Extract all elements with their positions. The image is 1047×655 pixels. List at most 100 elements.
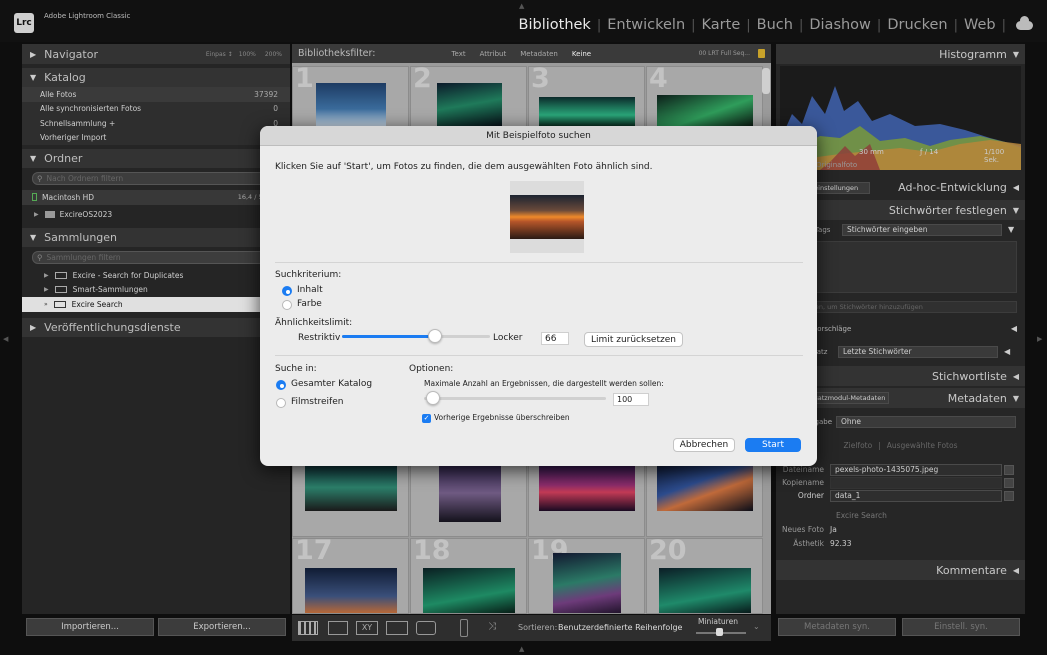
grid-cell[interactable]: 19 — [528, 538, 645, 614]
search-catalog-radio[interactable] — [276, 380, 286, 390]
max-results-field[interactable]: 100 — [613, 393, 649, 406]
grid-cell[interactable]: 18 — [410, 538, 527, 614]
folder-row[interactable]: ▶ ExcireOS2023 3 — [22, 208, 290, 223]
folders-header[interactable]: ▼ Ordner — [22, 149, 290, 168]
grid-view-icon[interactable] — [298, 621, 318, 635]
filter-attribute[interactable]: Attribut — [480, 50, 507, 58]
find-similar-dialog: Mit Beispielfoto suchen Klicken Sie auf … — [260, 126, 817, 466]
lock-icon[interactable] — [758, 49, 765, 58]
expand-icon[interactable]: ◀ — [1004, 347, 1010, 356]
expand-icon: » — [44, 300, 48, 308]
grid-cell[interactable]: 17 — [292, 538, 409, 614]
catalog-item[interactable]: Schnellsammlung +0 — [22, 116, 290, 131]
collapse-icon: ▼ — [1012, 49, 1019, 59]
quick-develop-title[interactable]: Ad-hoc-Entwicklung — [898, 181, 1007, 194]
module-web[interactable]: Web — [964, 17, 996, 33]
module-book[interactable]: Buch — [757, 17, 793, 33]
search-filmstrip-radio[interactable] — [276, 398, 286, 408]
criterion-content-radio[interactable] — [282, 286, 292, 296]
survey-view-icon[interactable] — [386, 621, 408, 635]
publish-header[interactable]: ▶ Veröffentlichungsdienste — [22, 317, 290, 337]
filter-metadata[interactable]: Metadaten — [520, 50, 558, 58]
overwrite-label: Vorherige Ergebnisse überschreiben — [434, 413, 570, 422]
module-develop[interactable]: Entwickeln — [607, 17, 685, 33]
field-action-icon[interactable] — [1004, 490, 1014, 501]
people-view-icon[interactable] — [416, 621, 436, 635]
catalog-item-label: Alle synchronisierten Fotos — [40, 104, 142, 114]
collection-search-input[interactable]: ⚲ Sammlungen filtern — [32, 251, 282, 264]
collapse-icon[interactable]: ▼ — [1008, 225, 1014, 234]
filter-text[interactable]: Text — [451, 50, 465, 58]
catalog-item[interactable]: Alle synchronisierten Fotos 0 — [22, 102, 290, 117]
comments-header[interactable]: Kommentare ◀ — [776, 560, 1025, 580]
filter-none[interactable]: Keine — [572, 50, 591, 58]
collection-item-selected[interactable]: » Excire Search 3 — [22, 297, 290, 312]
catalog-header[interactable]: ▼ Katalog — [22, 68, 290, 87]
zoom-200[interactable]: 200% — [265, 51, 282, 58]
similarity-slider-knob[interactable] — [428, 329, 442, 343]
metadata-preset-select[interactable]: Ohne — [836, 415, 1016, 428]
field-label: Neues Foto — [781, 525, 824, 534]
folder-field[interactable]: data_1 — [830, 489, 1002, 502]
collection-item[interactable]: ▶ Excire - Search for Duplicates — [22, 268, 290, 283]
module-print[interactable]: Drucken — [887, 17, 947, 33]
navigator-header[interactable]: ▶ Navigator Einpas ↕ 100% 200% — [22, 44, 290, 64]
grid-cell[interactable]: 20 — [646, 538, 763, 614]
sort-select[interactable]: Benutzerdefinierte Reihenfolge — [558, 623, 682, 632]
import-button[interactable]: Importieren... — [26, 618, 154, 636]
cloud-icon[interactable] — [1016, 15, 1033, 30]
zoom-fit[interactable]: Einpas ↕ — [206, 51, 233, 58]
collapse-left-icon[interactable]: ◀ — [3, 335, 8, 343]
similarity-value-field[interactable]: 66 — [541, 332, 569, 345]
spray-can-icon[interactable] — [460, 619, 468, 637]
collapse-right-icon[interactable]: ▶ — [1037, 335, 1042, 343]
collection-item[interactable]: ▶ Smart-Sammlungen — [22, 283, 290, 298]
collections-header[interactable]: ▼ Sammlungen — [22, 228, 290, 247]
photo-thumbnail — [553, 553, 621, 613]
tab-target-photo[interactable]: Zielfoto — [844, 441, 873, 450]
histogram-header[interactable]: Histogramm ▼ — [776, 44, 1025, 64]
filter-preset[interactable]: 00 LRT Full Seq... — [699, 50, 750, 57]
export-button[interactable]: Exportieren... — [158, 618, 286, 636]
zoom-100[interactable]: 100% — [239, 51, 256, 58]
collapse-bottom-icon[interactable]: ▲ — [519, 645, 524, 653]
collapse-top-icon[interactable]: ▲ — [519, 2, 524, 10]
toolbar-menu-icon[interactable]: ⌄ — [753, 622, 760, 631]
keyword-set-select[interactable]: Letzte Stichwörter — [838, 345, 998, 358]
catalog-item[interactable]: Alle Fotos 37392 — [22, 87, 290, 102]
max-results-slider-knob[interactable] — [426, 391, 440, 405]
field-action-icon[interactable] — [1004, 464, 1014, 475]
collapse-icon: ▼ — [30, 73, 37, 82]
field-action-icon[interactable] — [1004, 477, 1014, 488]
folder-search-input[interactable]: ⚲ Nach Ordnern filtern — [32, 172, 282, 185]
sort-direction-icon[interactable]: ⤨ — [488, 621, 496, 632]
module-library[interactable]: Bibliothek — [519, 17, 591, 33]
copyname-field[interactable] — [830, 476, 1002, 489]
module-slideshow[interactable]: Diashow — [809, 17, 871, 33]
thumbnail-slider-knob[interactable] — [716, 628, 723, 636]
sync-metadata-button[interactable]: Metadaten syn. — [778, 618, 896, 636]
compare-view-icon[interactable]: XY — [356, 621, 378, 635]
loupe-view-icon[interactable] — [328, 621, 348, 635]
overwrite-checkbox[interactable]: ✓ — [422, 414, 431, 423]
module-map[interactable]: Karte — [702, 17, 741, 33]
criterion-label: Suchkriterium: — [275, 270, 342, 280]
tab-selected-photos[interactable]: Ausgewählte Fotos — [887, 441, 958, 450]
filename-field[interactable]: pexels-photo-1435075.jpeg — [830, 463, 1002, 476]
criterion-color-radio[interactable] — [282, 300, 292, 310]
grid-scrollbar[interactable] — [762, 68, 770, 94]
keyword-tags-select[interactable]: Stichwörter eingeben — [842, 223, 1002, 236]
expand-icon[interactable]: ◀ — [1013, 183, 1019, 192]
lightroom-window: Lrc Adobe Lightroom Classic Bibliothek | … — [0, 0, 1047, 655]
catalog-item-count: 0 — [273, 104, 278, 114]
reset-limit-button[interactable]: Limit zurücksetzen — [584, 332, 683, 347]
start-button[interactable]: Start — [745, 438, 801, 452]
keywording-title: Stichwörter festlegen — [888, 203, 1007, 217]
cancel-button[interactable]: Abbrechen — [673, 438, 735, 452]
module-picker: Bibliothek | Entwickeln | Karte | Buch | Dia… — [519, 15, 1033, 33]
cell-number: 3 — [531, 66, 550, 94]
catalog-item[interactable]: Vorheriger Import0 — [22, 131, 290, 146]
volume-row[interactable]: Macintosh HD 16,4 / 500 G — [22, 190, 290, 205]
max-results-slider-track[interactable] — [424, 397, 606, 400]
sync-settings-button[interactable]: Einstell. syn. — [902, 618, 1020, 636]
